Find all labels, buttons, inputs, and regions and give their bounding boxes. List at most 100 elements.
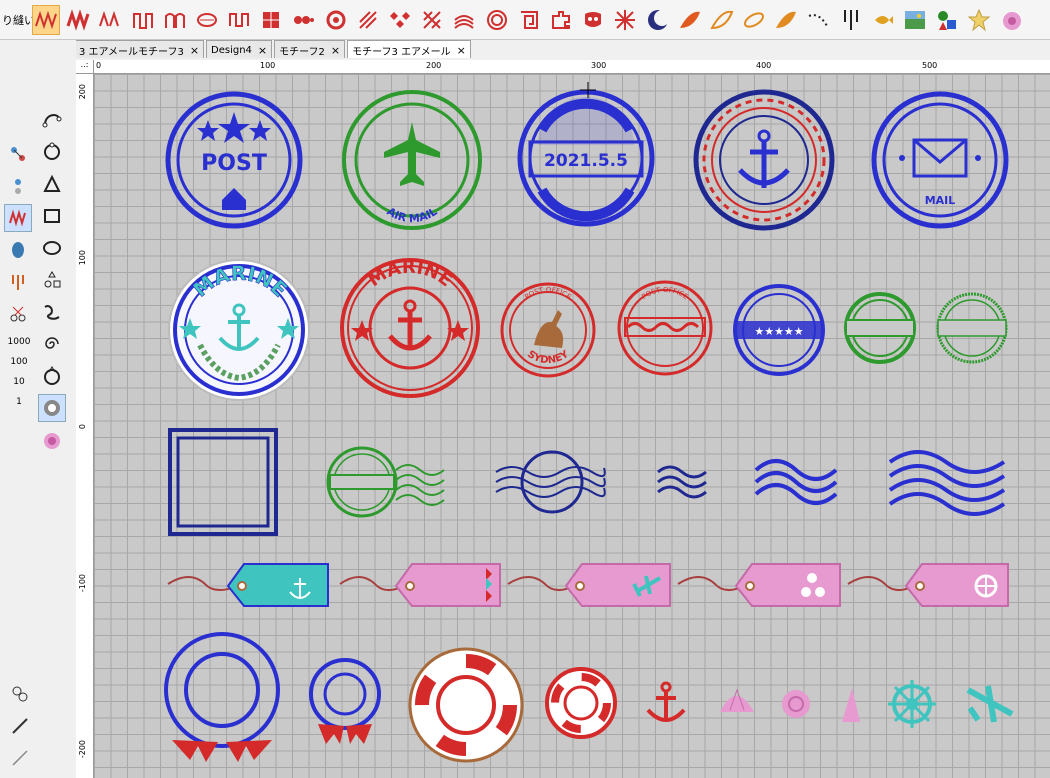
diamond-pattern-icon[interactable] <box>386 5 414 35</box>
design-canvas[interactable]: POST AIR MAIL 2021.5.5 MAIL MARINE MARIN… <box>94 74 1050 778</box>
arch-stitch-icon[interactable] <box>161 5 189 35</box>
green-wave-postmark[interactable] <box>326 446 445 518</box>
post-office-stamp[interactable]: POST OFFICE <box>617 280 713 376</box>
step-100[interactable]: 100 <box>4 352 34 372</box>
pink-tag-shells[interactable] <box>677 563 841 607</box>
cc-tool-icon[interactable] <box>38 394 66 422</box>
landscape-image-icon[interactable] <box>901 5 929 35</box>
arc-lines-icon[interactable] <box>450 5 478 35</box>
fork-stitch-icon[interactable] <box>837 5 865 35</box>
sydney-stamp[interactable]: POST OFFICE SYDNEY <box>500 282 596 378</box>
life-ring-small[interactable] <box>545 667 617 739</box>
rectangle-tool-icon[interactable] <box>38 202 66 230</box>
large-wave-mark[interactable] <box>888 450 1006 516</box>
grid-pattern-icon[interactable] <box>257 5 285 35</box>
node-move-icon[interactable] <box>4 172 32 200</box>
step-1000[interactable]: 1000 <box>4 332 34 352</box>
tab-close-icon[interactable]: × <box>457 44 466 57</box>
pink-shell-1[interactable] <box>720 688 754 712</box>
anchor-stamp[interactable] <box>693 89 835 231</box>
document-tab[interactable]: モチーフ2 × <box>274 40 346 58</box>
circle-flower-icon[interactable] <box>322 5 350 35</box>
green-ring-stamp-1[interactable] <box>844 292 916 364</box>
fork-tool-icon[interactable] <box>4 268 32 296</box>
step-1[interactable]: 1 <box>4 392 34 412</box>
node-edit-icon[interactable] <box>4 140 32 168</box>
star-icon-icon[interactable] <box>965 5 993 35</box>
square-chain-stitch-icon[interactable] <box>225 5 253 35</box>
leaf-fill-icon[interactable] <box>676 5 704 35</box>
pink-shell-icon[interactable] <box>998 5 1026 35</box>
thread-tool-icon[interactable] <box>6 680 34 708</box>
pink-tag-wheel[interactable] <box>847 563 1009 607</box>
square-wave-stitch-icon[interactable] <box>129 5 157 35</box>
leaf-filled-2-icon[interactable] <box>772 5 800 35</box>
spiral-tool-icon[interactable] <box>38 330 66 358</box>
tab-close-icon[interactable]: × <box>331 44 340 57</box>
needle-tool-icon[interactable] <box>6 712 34 740</box>
marine-red-stamp[interactable]: MARINE <box>340 257 480 398</box>
dotted-curve-icon[interactable] <box>805 5 833 35</box>
mask-pattern-icon[interactable] <box>579 5 607 35</box>
bold-zigzag-stitch-icon[interactable] <box>64 5 92 35</box>
zigzag-tool-icon[interactable] <box>4 204 32 232</box>
document-tab[interactable]: モチーフ3 エアメール × <box>347 40 471 58</box>
stamp-tool-icon[interactable] <box>38 362 66 390</box>
pink-shell-3[interactable] <box>842 688 860 722</box>
puzzle-pattern-icon[interactable] <box>547 5 575 35</box>
tab-close-icon[interactable]: × <box>190 44 199 57</box>
leaf-outline-icon[interactable] <box>708 5 736 35</box>
mail-stamp[interactable]: MAIL <box>871 91 1009 229</box>
bezier-closed-icon[interactable] <box>38 138 66 166</box>
document-tab[interactable]: 3 エアメールモチーフ3 × <box>74 40 205 58</box>
satin-tool-icon[interactable] <box>4 236 32 264</box>
green-ring-stamp-2[interactable] <box>936 292 1008 364</box>
leaf-outline-2-icon[interactable] <box>740 5 768 35</box>
moon-icon-icon[interactable] <box>644 5 672 35</box>
post-stamp[interactable]: POST <box>165 91 303 229</box>
blue-stars: ★★★★★ <box>754 325 803 338</box>
blue-ring-stamp[interactable]: ★★★★★ <box>733 284 825 376</box>
red-anchor[interactable] <box>646 681 686 722</box>
wave-stitch-icon[interactable] <box>96 5 124 35</box>
blue-medal[interactable] <box>164 632 280 762</box>
small-wave-mark[interactable] <box>657 465 707 499</box>
ship-wheel[interactable] <box>888 680 936 728</box>
life-ring-large[interactable] <box>408 647 524 763</box>
square-frame[interactable] <box>168 428 278 536</box>
step-10[interactable]: 10 <box>4 372 34 392</box>
teal-tag[interactable] <box>167 563 329 607</box>
square-spiral-icon[interactable] <box>515 5 543 35</box>
oval-chain-stitch-icon[interactable] <box>193 5 221 35</box>
lattice-pattern-icon[interactable] <box>611 5 639 35</box>
medium-wave-mark[interactable] <box>754 459 838 505</box>
zigzag-stitch-icon[interactable] <box>32 4 60 35</box>
fish-icon-icon[interactable] <box>869 5 897 35</box>
pink-tag-airplane[interactable] <box>507 563 671 607</box>
cut-tool-icon[interactable] <box>4 300 32 328</box>
toolbar-buttons <box>32 4 1030 35</box>
marine-teal-stamp[interactable]: MARINE <box>168 259 310 401</box>
document-tab[interactable]: Design4 × <box>206 40 273 58</box>
tab-close-icon[interactable]: × <box>258 44 267 57</box>
crosshair-cursor <box>580 82 596 98</box>
shapes-icon-icon[interactable] <box>933 5 961 35</box>
cross-hatch-icon[interactable] <box>354 5 382 35</box>
polygon-tool-icon[interactable] <box>38 170 66 198</box>
date-stamp[interactable]: 2021.5.5 <box>517 89 655 227</box>
freehand-tool-icon[interactable] <box>38 298 66 326</box>
airmail-stamp[interactable]: AIR MAIL <box>342 90 482 230</box>
concentric-circles-icon[interactable] <box>483 5 511 35</box>
x-pattern-icon[interactable] <box>418 5 446 35</box>
bead-chain-icon[interactable] <box>290 5 318 35</box>
shapes-tool-icon[interactable] <box>38 266 66 294</box>
small-blue-medal[interactable] <box>309 658 381 744</box>
ellipse-tool-icon[interactable] <box>38 234 66 262</box>
shell-tool-icon[interactable] <box>38 426 66 454</box>
bezier-open-icon[interactable] <box>38 106 66 134</box>
teal-airplane[interactable] <box>966 685 1014 723</box>
pink-tag-1[interactable] <box>339 563 501 607</box>
pen-tool-icon[interactable] <box>6 744 34 772</box>
pink-shell-2[interactable] <box>782 690 810 718</box>
navy-wave-postmark[interactable] <box>495 450 606 514</box>
